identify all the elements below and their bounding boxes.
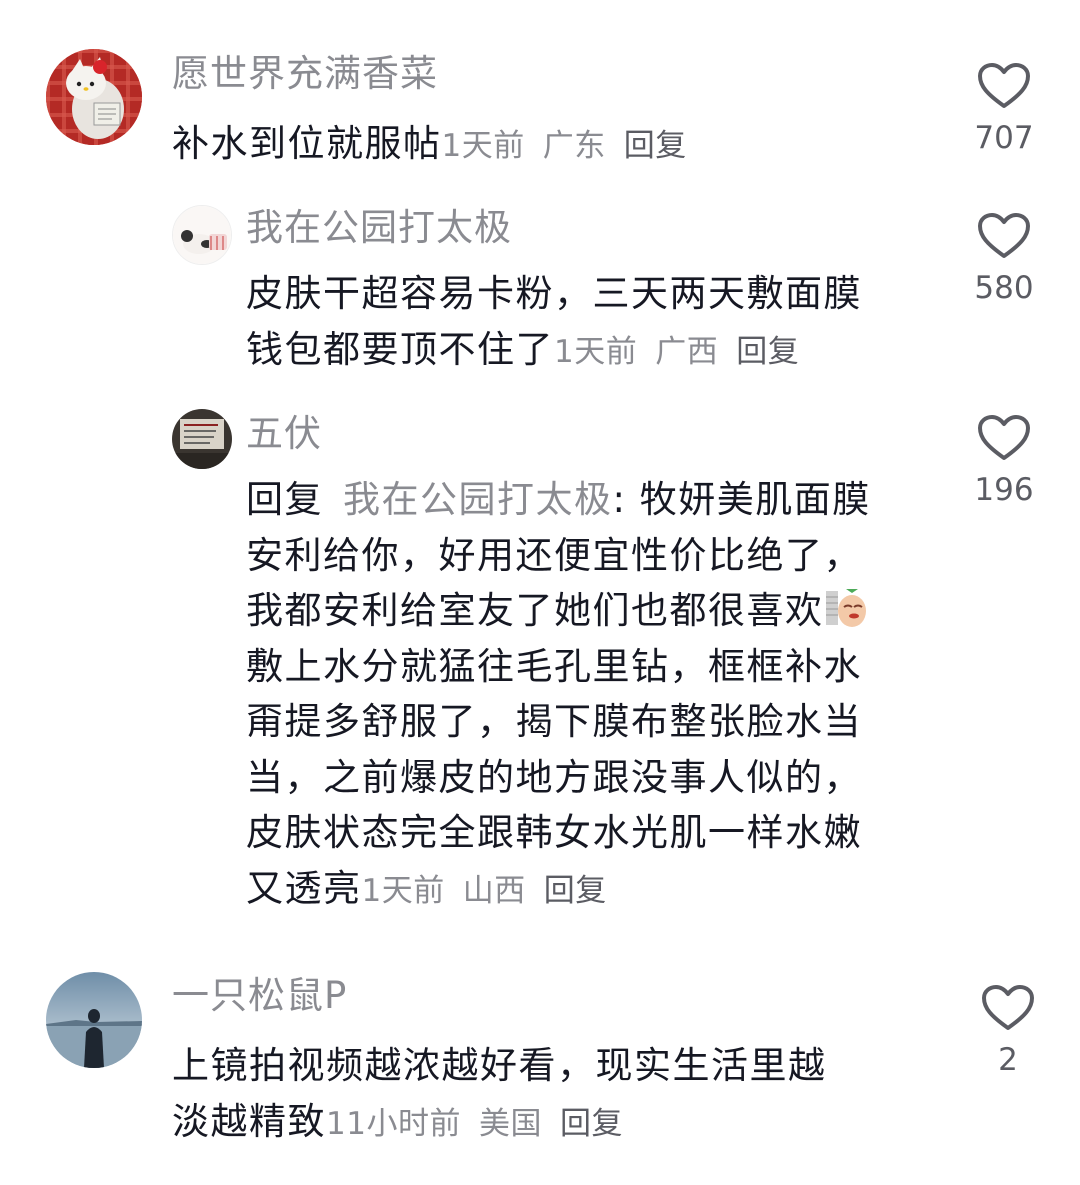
panda-avatar-icon [173, 206, 231, 264]
reply-button[interactable]: 回复 [624, 128, 687, 164]
like-count: 707 [974, 120, 1034, 156]
heart-icon [978, 63, 1030, 108]
comment-content-line: 皮肤干超容易卡粉，三天两天敷面膜 [246, 272, 862, 315]
comment-time: 1天前 [441, 128, 525, 164]
smirk-sticker-icon [824, 585, 868, 629]
comment-time: 11小时前 [326, 1105, 461, 1142]
username[interactable]: 愿世界充满香菜 [172, 52, 438, 96]
comment-text: 上镜拍视频越浓越好看，现实生活里越 淡越精致11小时前 美国 回复 [172, 1038, 932, 1152]
comment-content: 又透亮 [246, 866, 362, 910]
reply-prefix: 回复 [246, 478, 323, 521]
heart-icon [982, 985, 1034, 1030]
photo-avatar-icon [172, 409, 232, 469]
comment-time: 1天前 [554, 333, 638, 370]
reply-button[interactable]: 回复 [544, 873, 607, 909]
like-count: 580 [974, 270, 1034, 306]
avatar[interactable] [46, 972, 142, 1068]
comment-location: 广西 [655, 333, 719, 370]
comment-content-line-2: 淡越精致11小时前 美国 回复 [172, 1094, 932, 1153]
comment-content-line: 上镜拍视频越浓越好看，现实生活里越 [172, 1044, 827, 1087]
comment-content-line: 又透亮1天前 山西 回复 [246, 861, 946, 920]
avatar[interactable] [46, 49, 142, 145]
heart-icon [978, 415, 1030, 460]
comment-content-line: 回复 我在公园打太极: 牧妍美肌面膜 [246, 472, 946, 528]
comment-content: 钱包都要顶不住了 [246, 327, 554, 371]
like-button[interactable]: 2 [972, 984, 1044, 1080]
like-button[interactable]: 707 [968, 62, 1040, 158]
username[interactable]: 我在公园打太极 [246, 206, 512, 250]
comment-content-line: 皮肤状态完全跟韩女水光肌一样水嫩 [246, 811, 862, 854]
comment-content: 我都安利给室友了她们也都很喜欢 [246, 589, 824, 632]
heart-icon [978, 213, 1030, 258]
comment-content-line: 甭提多舒服了，揭下膜布整张脸水当 [246, 700, 862, 743]
avatar[interactable] [172, 409, 232, 469]
comment-content: 牧妍美肌面膜 [626, 478, 871, 521]
comment-meta: 1天前 广东 回复 [442, 128, 687, 164]
username[interactable]: 五伏 [246, 412, 322, 456]
comment-meta: 1天前 广西 回复 [554, 334, 799, 370]
comment-content-line-2: 钱包都要顶不住了1天前 广西 回复 [246, 322, 936, 381]
comment-time: 1天前 [361, 872, 445, 909]
reply-button[interactable]: 回复 [560, 1106, 623, 1142]
comment-content: 补水到位就服帖 [172, 122, 442, 165]
comment-location: 美国 [478, 1105, 542, 1142]
comment-text: 皮肤干超容易卡粉，三天两天敷面膜 钱包都要顶不住了1天前 广西 回复 [246, 266, 936, 380]
username[interactable]: 一只松鼠P [172, 974, 347, 1018]
comment-text: 补水到位就服帖1天前 广东 回复 [172, 116, 932, 175]
comment-location: 山西 [462, 872, 526, 909]
like-count: 2 [998, 1042, 1018, 1078]
comment-content-line: 安利给你，好用还便宜性价比绝了， [246, 533, 862, 577]
reply-button[interactable]: 回复 [736, 334, 799, 370]
reply-colon: : [612, 478, 627, 521]
hello-kitty-avatar-icon [46, 49, 142, 145]
comment-meta: 11小时前 美国 回复 [326, 1106, 623, 1142]
lake-silhouette-avatar-icon [46, 972, 142, 1068]
reply-target-username[interactable]: 我在公园打太极 [343, 478, 613, 521]
comment-meta: 1天前 山西 回复 [362, 873, 607, 909]
like-button[interactable]: 196 [968, 414, 1040, 510]
comment-content-line: 当，之前爆皮的地方跟没事人似的， [246, 755, 862, 799]
comment-location: 广东 [542, 128, 606, 164]
comment-text: 回复 我在公园打太极: 牧妍美肌面膜 安利给你，好用还便宜性价比绝了， 我都安利给… [246, 472, 946, 919]
avatar[interactable] [172, 205, 232, 265]
comment-content-line: 敷上水分就猛往毛孔里钻，框框补水 [246, 644, 862, 688]
like-button[interactable]: 580 [968, 212, 1040, 308]
comment-content-line: 我都安利给室友了她们也都很喜欢 [246, 583, 946, 639]
like-count: 196 [974, 472, 1034, 508]
comment-content: 淡越精致 [172, 1099, 326, 1143]
